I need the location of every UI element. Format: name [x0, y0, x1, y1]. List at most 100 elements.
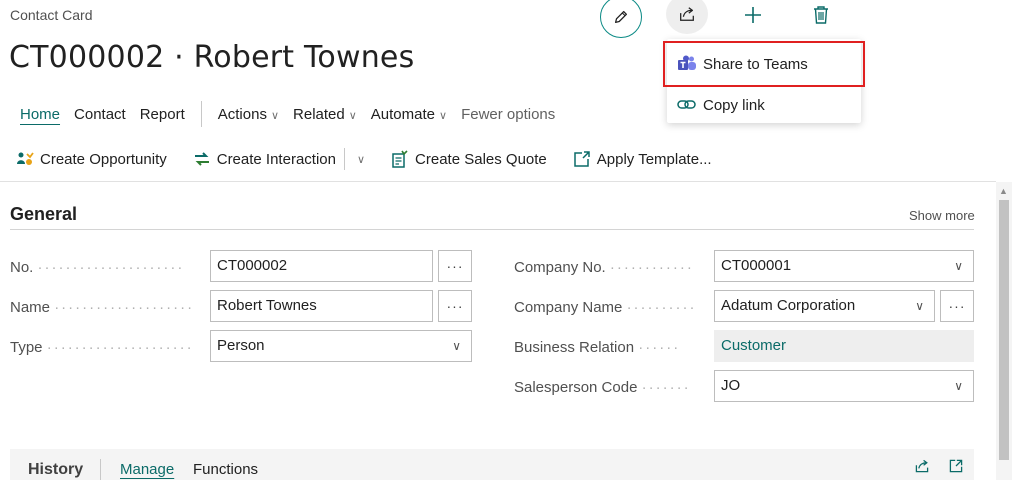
interaction-dropdown-icon[interactable]: ∨	[357, 153, 365, 166]
chevron-down-icon: ∨	[954, 379, 963, 393]
edit-button[interactable]	[600, 0, 642, 38]
company-no-value: CT000001	[721, 257, 792, 274]
template-icon	[574, 151, 590, 167]
leader-dots: ······	[638, 339, 681, 356]
share-button[interactable]	[666, 0, 708, 34]
field-label-name: Name ····················	[10, 299, 206, 316]
salesperson-code-select[interactable]: JO ∨	[714, 370, 974, 402]
company-name-value: Adatum Corporation	[721, 297, 856, 314]
history-title[interactable]: History	[28, 461, 83, 479]
sales-quote-icon	[392, 150, 408, 168]
action-nav: Home Contact Report Actions ∨ Related ∨ Au…	[20, 101, 569, 127]
create-interaction-label: Create Interaction	[216, 150, 336, 168]
delete-button[interactable]	[808, 2, 834, 28]
menu-automate-label: Automate	[370, 105, 435, 123]
field-label-company-name: Company Name ··········	[514, 299, 710, 316]
fewer-options-link[interactable]: Fewer options	[461, 106, 555, 123]
field-label-name-text: Name	[10, 299, 51, 316]
create-opportunity-label: Create Opportunity	[40, 150, 167, 168]
no-field[interactable]: CT000002	[210, 250, 433, 282]
company-name-select[interactable]: Adatum Corporation ∨	[714, 290, 935, 322]
type-select-value: Person	[217, 337, 265, 354]
trash-icon	[814, 6, 828, 24]
scroll-up-icon[interactable]: ▲	[999, 186, 1008, 196]
tab-home[interactable]: Home	[20, 106, 60, 123]
chevron-down-icon: ∨	[439, 109, 448, 122]
leader-dots: ·····················	[37, 259, 185, 276]
menu-automate[interactable]: Automate ∨	[371, 106, 447, 123]
field-label-salesperson-code: Salesperson Code ·······	[514, 379, 710, 396]
menu-related-label: Related	[293, 105, 345, 123]
chevron-down-icon: ∨	[954, 259, 963, 273]
pencil-icon	[614, 10, 628, 24]
expand-icon[interactable]	[947, 457, 965, 475]
leader-dots: ····················	[54, 299, 195, 316]
share-icon[interactable]	[913, 457, 931, 475]
create-sales-quote-label: Create Sales Quote	[415, 150, 547, 168]
chevron-down-icon: ∨	[348, 109, 357, 122]
menu-actions-label: Actions	[217, 105, 267, 123]
chevron-down-icon: ∨	[270, 109, 280, 122]
apply-template-label: Apply Template...	[596, 150, 712, 168]
toolbar-divider	[0, 181, 996, 182]
apply-template-button[interactable]: Apply Template...	[573, 150, 712, 168]
leader-dots: ··········	[626, 299, 697, 316]
no-field-value: CT000002	[217, 257, 288, 274]
chevron-down-icon: ∨	[452, 339, 461, 353]
field-label-business-relation: Business Relation ······	[514, 339, 710, 356]
share-to-teams-label: Share to Teams	[703, 55, 808, 73]
general-section-title[interactable]: General	[10, 204, 77, 225]
name-field-value: Robert Townes	[217, 297, 317, 314]
copy-link-item[interactable]: Copy link	[667, 85, 861, 125]
leader-dots: ·······	[641, 379, 691, 396]
name-field[interactable]: Robert Townes	[210, 290, 433, 322]
teams-icon	[677, 54, 697, 74]
field-label-company-no-text: Company No.	[514, 259, 606, 276]
share-menu: Share to Teams Copy link	[663, 39, 865, 125]
link-icon	[677, 95, 697, 115]
create-opportunity-button[interactable]: Create Opportunity	[16, 151, 167, 168]
scroll-thumb[interactable]	[999, 200, 1009, 460]
chevron-down-icon: ∨	[915, 299, 924, 313]
nav-separator	[200, 101, 202, 127]
field-label-type: Type ·····················	[10, 339, 206, 356]
field-label-no-text: No.	[10, 259, 34, 276]
share-icon	[680, 7, 694, 21]
salesperson-code-value: JO	[721, 377, 741, 394]
create-interaction-button[interactable]: Create Interaction	[193, 151, 336, 168]
plus-icon	[745, 7, 761, 23]
leader-dots: ············	[609, 259, 694, 276]
history-part: History Manage Functions	[10, 449, 974, 480]
type-select[interactable]: Person ∨	[210, 330, 472, 362]
copy-link-label: Copy link	[703, 96, 765, 114]
tab-report[interactable]: Report	[140, 106, 185, 123]
history-separator	[100, 459, 101, 480]
breadcrumb: Contact Card	[10, 7, 93, 23]
vertical-scrollbar[interactable]: ▲	[996, 182, 1012, 480]
business-relation-value: Customer	[714, 330, 974, 362]
field-label-salesperson-code-text: Salesperson Code	[514, 379, 638, 396]
share-to-teams-item[interactable]: Share to Teams	[663, 41, 865, 87]
menu-related[interactable]: Related ∨	[293, 106, 357, 123]
action-bar: Create Opportunity Create Interaction ∨ …	[16, 146, 738, 172]
interaction-icon	[194, 152, 209, 166]
tab-contact[interactable]: Contact	[74, 106, 126, 123]
opportunity-icon	[17, 152, 34, 165]
show-more-link[interactable]: Show more	[909, 208, 975, 223]
company-name-lookup-button[interactable]: ···	[940, 290, 974, 322]
tab-functions[interactable]: Functions	[193, 461, 258, 478]
company-no-select[interactable]: CT000001 ∨	[714, 250, 974, 282]
field-label-no: No. ·····················	[10, 259, 206, 276]
business-relation-text: Customer	[721, 337, 787, 354]
page-title: CT000002 · Robert Townes	[9, 40, 415, 75]
section-divider	[10, 229, 974, 230]
name-lookup-button[interactable]: ···	[438, 290, 472, 322]
field-label-business-relation-text: Business Relation	[514, 339, 635, 356]
create-sales-quote-button[interactable]: Create Sales Quote	[391, 150, 547, 168]
no-lookup-button[interactable]: ···	[438, 250, 472, 282]
new-button[interactable]	[740, 2, 766, 28]
menu-actions[interactable]: Actions ∨	[218, 106, 279, 123]
field-label-company-no: Company No. ············	[514, 259, 710, 276]
tab-manage[interactable]: Manage	[120, 461, 174, 478]
leader-dots: ·····················	[46, 339, 194, 356]
